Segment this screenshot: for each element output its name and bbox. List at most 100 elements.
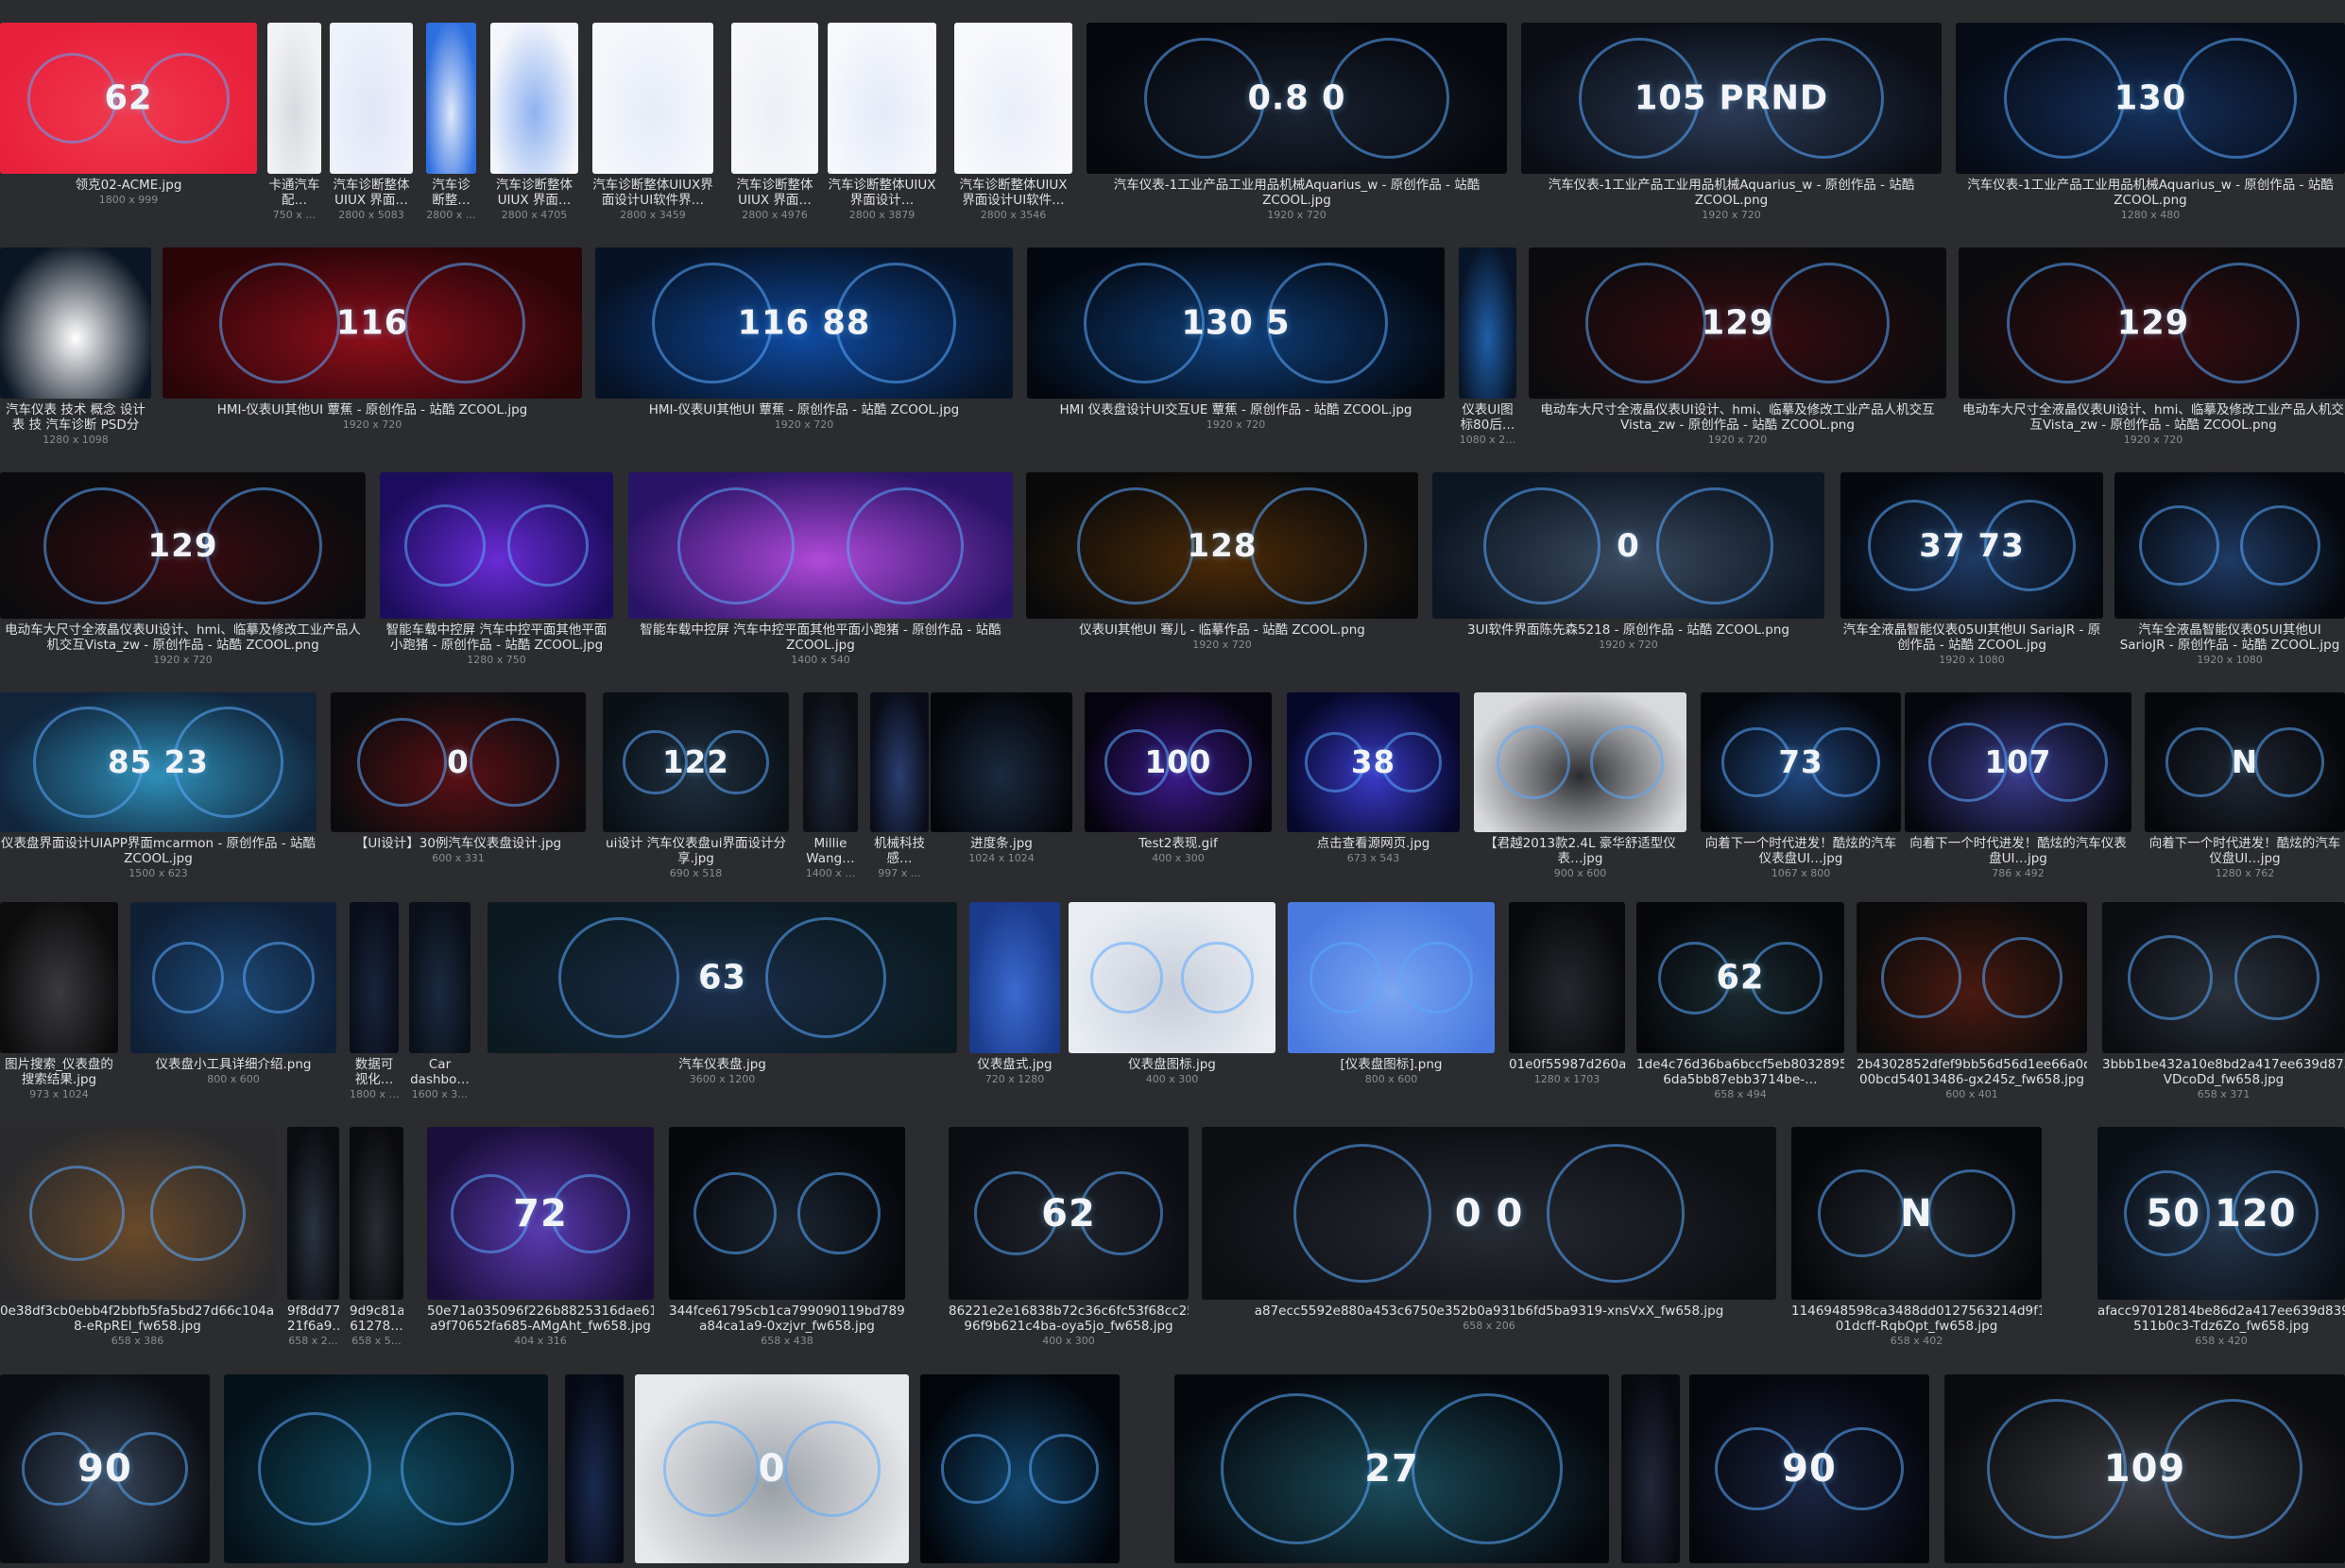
result-title[interactable]: 1146948598ca3488dd0127563214d9f14d0e35 0… xyxy=(1791,1304,2042,1334)
result-thumbnail[interactable]: 116 xyxy=(163,247,582,399)
result-thumbnail[interactable] xyxy=(0,247,151,399)
result-title[interactable]: 向着下一个时代进发！酷炫的汽车仪表盘UI…jpg xyxy=(1701,836,1901,866)
result-thumbnail[interactable] xyxy=(1288,902,1495,1053)
result-thumbnail[interactable]: 38 xyxy=(1287,692,1460,832)
result-title[interactable]: 进度条.jpg xyxy=(931,836,1072,851)
result-thumbnail[interactable] xyxy=(2114,472,2345,619)
result-title[interactable]: 向着下一个时代进发！酷炫的汽车仪盘UI…jpg xyxy=(2145,836,2345,866)
result-thumbnail[interactable]: N xyxy=(1791,1127,2042,1300)
result-title[interactable]: 向着下一个时代进发！酷炫的汽车仪表盘UI…jpg xyxy=(1905,836,2131,866)
result-title[interactable]: 汽车诊断整体UIUX界面设计UI软件… xyxy=(954,178,1072,208)
result-thumbnail[interactable] xyxy=(628,472,1013,619)
result-title[interactable]: 1de4c76d36ba6bccf5eb80328951 6da5bb87ebb… xyxy=(1636,1057,1844,1087)
result-title[interactable]: 汽车仪表-1工业产品工业用品机械Aquarius_w - 原创作品 - 站酷ZC… xyxy=(1956,178,2345,208)
result-thumbnail[interactable] xyxy=(1857,902,2087,1053)
result-title[interactable]: afacc97012814be86d2a417ee639d83920 511b0… xyxy=(2097,1304,2345,1334)
result-thumbnail[interactable]: 62 xyxy=(1636,902,1844,1053)
result-thumbnail[interactable]: 128 xyxy=(1026,472,1418,619)
result-thumbnail[interactable]: 100 xyxy=(1085,692,1272,832)
result-thumbnail[interactable]: 107 xyxy=(1905,692,2131,832)
result-title[interactable]: 3bbb1be432a10e8bd2a417ee639d87377a1c6d2f… xyxy=(2102,1057,2345,1087)
result-thumbnail[interactable] xyxy=(870,692,929,832)
result-title[interactable]: 仪表盘界面设计UIAPP界面mcarmon - 原创作品 - 站酷ZCOOL.j… xyxy=(0,836,317,866)
result-title[interactable]: 电动车大尺寸全液晶仪表UI设计、hmi、临摹及修改工业产品人机交互Vista_z… xyxy=(1959,402,2345,433)
result-thumbnail[interactable] xyxy=(931,692,1072,832)
result-thumbnail[interactable]: 0 0 xyxy=(1202,1127,1776,1300)
result-title[interactable]: 汽车仪表盘.jpg xyxy=(488,1057,957,1072)
result-title[interactable]: 电动车大尺寸全液晶仪表UI设计、hmi、临摹及修改工业产品人机交互Vista_z… xyxy=(1529,402,1946,433)
result-thumbnail[interactable] xyxy=(592,23,713,174)
result-thumbnail[interactable]: 63 xyxy=(488,902,957,1053)
result-thumbnail[interactable] xyxy=(0,902,118,1053)
result-title[interactable]: 智能车载中控屏 汽车中控平面其他平面小跑猪 - 原创作品 - 站酷 ZCOOL.… xyxy=(628,622,1013,653)
result-title[interactable]: Test2表现.gif xyxy=(1085,836,1272,851)
result-title[interactable]: 9d9c81a 61278… xyxy=(350,1304,403,1334)
result-thumbnail[interactable]: 129 xyxy=(1959,247,2345,399)
result-title[interactable]: 卡通汽车配… xyxy=(267,178,321,208)
result-title[interactable]: 机械科技感… xyxy=(870,836,929,866)
result-title[interactable]: 汽车仪表-1工业产品工业用品机械Aquarius_w - 原创作品 - 站酷ZC… xyxy=(1521,178,1942,208)
result-thumbnail[interactable] xyxy=(426,23,476,174)
result-thumbnail[interactable] xyxy=(731,23,818,174)
result-title[interactable]: 图片搜索_仪表盘的搜索结果.jpg xyxy=(0,1057,118,1087)
result-thumbnail[interactable] xyxy=(954,23,1072,174)
result-thumbnail[interactable]: 62 xyxy=(0,23,257,174)
result-thumbnail[interactable] xyxy=(0,1127,275,1300)
result-thumbnail[interactable]: 72 xyxy=(427,1127,654,1300)
result-title[interactable]: 领克02-ACME.jpg xyxy=(0,178,257,193)
result-thumbnail[interactable]: N xyxy=(2145,692,2345,832)
result-title[interactable]: 仪表盘小工具详细介绍.png xyxy=(130,1057,336,1072)
result-title[interactable]: 点击查看源网页.jpg xyxy=(1287,836,1460,851)
result-thumbnail[interactable] xyxy=(409,902,471,1053)
result-thumbnail[interactable] xyxy=(267,23,321,174)
result-title[interactable]: 数据可视化… xyxy=(350,1057,399,1087)
result-title[interactable]: [仪表盘图标].png xyxy=(1288,1057,1495,1072)
result-thumbnail[interactable]: 37 73 xyxy=(1840,472,2103,619)
result-thumbnail[interactable] xyxy=(1069,902,1275,1053)
result-thumbnail[interactable] xyxy=(1459,247,1516,399)
result-title[interactable]: ui设计 汽车仪表盘ui界面设计分享.jpg xyxy=(603,836,789,866)
result-thumbnail[interactable] xyxy=(380,472,613,619)
result-thumbnail[interactable]: 27 xyxy=(1174,1374,1609,1563)
result-title[interactable]: 仪表UI图标80后… xyxy=(1459,402,1516,433)
result-thumbnail[interactable] xyxy=(350,902,399,1053)
result-title[interactable]: 50e71a035096f226b8825316dae612f a9f70652… xyxy=(427,1304,654,1334)
result-thumbnail[interactable]: 109 xyxy=(1944,1374,2345,1563)
result-thumbnail[interactable]: 85 23 xyxy=(0,692,317,832)
result-thumbnail[interactable]: 90 xyxy=(1689,1374,1929,1563)
result-thumbnail[interactable]: 0 xyxy=(331,692,586,832)
result-thumbnail[interactable]: 105 PRND xyxy=(1521,23,1942,174)
result-thumbnail[interactable]: 62 xyxy=(949,1127,1189,1300)
result-title[interactable]: HMI-仪表UI其他UI 蕈蕉 - 原创作品 - 站酷 ZCOOL.jpg xyxy=(163,402,582,418)
result-title[interactable]: 仪表盘式.jpg xyxy=(969,1057,1060,1072)
result-title[interactable]: 仪表UI其他UI 骞儿 - 临摹作品 - 站酷 ZCOOL.png xyxy=(1026,622,1418,638)
result-title[interactable]: 3UI软件界面陈先森5218 - 原创作品 - 站酷 ZCOOL.png xyxy=(1432,622,1824,638)
result-title[interactable]: 电动车大尺寸全液晶仪表UI设计、hmi、临摹及修改工业产品人机交互Vista_z… xyxy=(0,622,366,653)
result-title[interactable]: 汽车诊断整体UIUX界面设计UI软件界… xyxy=(592,178,713,208)
result-thumbnail[interactable] xyxy=(828,23,936,174)
result-title[interactable]: 2b4302852dfef9bb56d56d1ee66a0dd 00bcd540… xyxy=(1857,1057,2087,1087)
result-thumbnail[interactable] xyxy=(350,1127,403,1300)
result-thumbnail[interactable]: 129 xyxy=(1529,247,1946,399)
result-title[interactable]: 【君越2013款2.4L 豪华舒适型仪表…jpg xyxy=(1474,836,1686,866)
result-thumbnail[interactable]: 0 xyxy=(1432,472,1824,619)
result-thumbnail[interactable] xyxy=(130,902,336,1053)
result-thumbnail[interactable] xyxy=(803,692,858,832)
result-title[interactable]: HMI 仪表盘设计UI交互UE 蕈蕉 - 原创作品 - 站酷 ZCOOL.jpg xyxy=(1027,402,1445,418)
result-thumbnail[interactable] xyxy=(1621,1374,1680,1563)
result-title[interactable]: 汽车全液晶智能仪表05UI其他UI SarioJR - 原创作品 - 站酷 ZC… xyxy=(2114,622,2345,653)
result-thumbnail[interactable] xyxy=(330,23,413,174)
result-title[interactable]: 9f8dd77 21f6a9… xyxy=(287,1304,339,1334)
result-title[interactable]: 仪表盘图标.jpg xyxy=(1069,1057,1275,1072)
result-thumbnail[interactable]: 130 5 xyxy=(1027,247,1445,399)
result-title[interactable]: HMI-仪表UI其他UI 蕈蕉 - 原创作品 - 站酷 ZCOOL.jpg xyxy=(595,402,1013,418)
result-title[interactable]: 汽车诊断整体UIUX 界面设计… xyxy=(828,178,936,208)
result-title[interactable]: 汽车诊断整体UIUX 界面… xyxy=(330,178,413,208)
result-title[interactable]: 汽车诊断整体UIUX 界面… xyxy=(490,178,578,208)
result-title[interactable]: 汽车诊断整体UIUX 界面… xyxy=(731,178,818,208)
result-thumbnail[interactable] xyxy=(2102,902,2345,1053)
result-thumbnail[interactable] xyxy=(669,1127,905,1300)
result-thumbnail[interactable]: 50 120 xyxy=(2097,1127,2345,1300)
result-thumbnail[interactable]: 130 xyxy=(1956,23,2345,174)
result-title[interactable]: a87ecc5592e880a453c6750e352b0a931b6fd5ba… xyxy=(1202,1304,1776,1319)
